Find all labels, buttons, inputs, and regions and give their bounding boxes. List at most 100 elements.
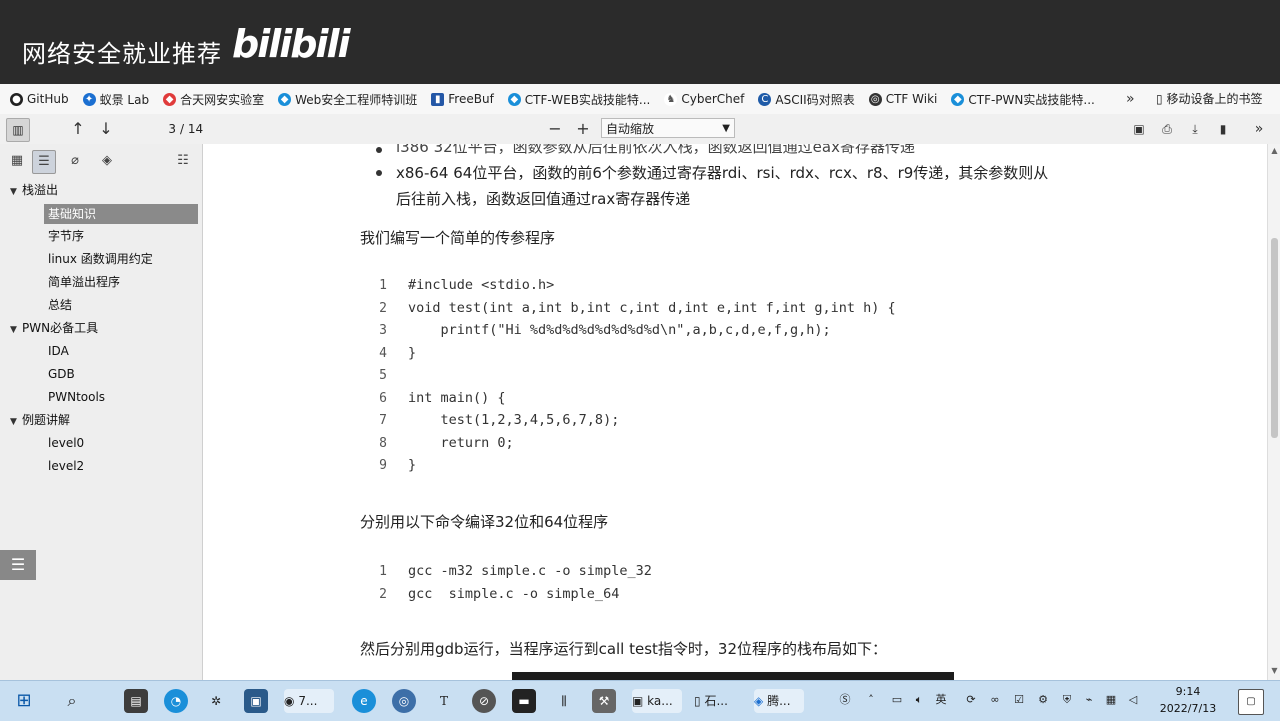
current-outline-button[interactable]: ☷ [172,150,194,172]
bookmark-github[interactable]: ● GitHub [10,92,69,106]
bookmark-view-button[interactable]: ▮ [1214,119,1232,139]
outline-item[interactable]: linux 函数调用约定 [48,249,153,269]
tool-icon: ⚒ [598,694,610,708]
scroll-down-icon[interactable]: ▼ [1268,666,1280,678]
taskbar-app[interactable]: ◎ [392,689,416,713]
diamond-icon: ◆ [951,92,965,106]
taskbar-app[interactable]: e [352,689,376,713]
taskbar-app[interactable]: ⚒ [592,689,616,713]
code-line: } [408,345,417,361]
next-page-button[interactable]: ↓ [96,119,116,139]
outline-item[interactable]: IDA [48,341,69,361]
vertical-scrollbar[interactable]: ▲ ▼ [1267,144,1280,680]
mobile-bookmarks[interactable]: ▯ 移动设备上的书签 [1156,84,1262,114]
print-button[interactable]: ⎙ [1158,119,1176,139]
attachments-tab[interactable]: ⌀ [64,150,86,172]
chef-icon: ♞ [664,92,678,106]
expand-arrow-icon: ▼ [10,325,17,335]
bookmark-hetian[interactable]: ◆ 合天网安实验室 [163,91,264,108]
paragraph: 然后分别用gdb运行，当程序运行到call test指令时，32位程序的栈布局如… [360,640,888,658]
bookmark-ctf-wiki[interactable]: ◎ CTF Wiki [868,92,937,106]
zoom-in-button[interactable]: + [574,119,592,139]
taskbar-app[interactable]: ▣ [244,689,268,713]
search-icon: ⌕ [67,691,77,710]
zoom-out-button[interactable]: − [546,119,564,139]
taskbar-app[interactable]: ⊘ [472,689,496,713]
tray-icon[interactable]: ⟳ [962,691,980,709]
taskbar-app[interactable]: T [432,689,456,713]
taskbar-window[interactable]: ▣ ka... [632,689,682,713]
tray-icon[interactable]: ▭ [888,691,906,709]
pdf-toolbar: ▥ ↑ ↓ 3 / 14 − + 自动缩放 ▼ ▣ ⎙ ⤓ ▮ » [0,114,1280,145]
bookmark-ascii[interactable]: C ASCII码对照表 [758,91,855,108]
tray-icon[interactable]: 🔈︎ [910,691,928,709]
bookmark-ctf-web[interactable]: ◆ CTF-WEB实战技能特... [507,91,650,108]
tray-icon[interactable]: ⌁ [1080,691,1098,709]
outline-section[interactable]: ▼ 例题讲解 [10,410,70,430]
outline-item[interactable]: PWNtools [48,387,105,407]
floating-menu-button[interactable]: ☰ [0,550,36,580]
line-number: 3 [379,323,387,338]
system-clock[interactable]: 9:14 2022/7/13 [1150,683,1226,717]
typora-icon: T [439,694,448,708]
outline-tab[interactable]: ☰ [32,150,56,174]
search-button[interactable]: ⌕ [60,689,84,713]
taskbar-app[interactable]: ⫼ [552,689,576,713]
taskbar-app[interactable]: ◔ [164,689,188,713]
tray-icon[interactable]: Ⓢ [836,691,854,709]
tray-icon[interactable]: ⚙ [1034,691,1052,709]
outline-section[interactable]: ▼ PWN必备工具 [10,318,98,338]
bookmark-lab[interactable]: ✦ 蚁景 Lab [82,91,149,108]
tray-icon[interactable]: ∞ [986,691,1004,709]
outline-item[interactable]: 总结 [48,295,72,315]
thumbnails-tab[interactable]: ▦ [6,150,28,172]
bookmark-ctf-pwn[interactable]: ◆ CTF-PWN实战技能特... [951,91,1095,108]
tray-icon[interactable]: 英 [932,691,950,709]
outline-section[interactable]: ▼ 栈溢出 [10,180,58,200]
taskbar-app[interactable]: ▤ [124,689,148,713]
outline-item[interactable]: level2 [48,456,84,476]
arrow-up-icon: ↑ [71,119,85,138]
previous-page-button[interactable]: ↑ [68,119,88,139]
taskbar-window[interactable]: ◉ 7... [284,689,334,713]
outline-item[interactable]: GDB [48,364,75,384]
scrollbar-thumb[interactable] [1271,238,1278,438]
bookmark-cyberchef[interactable]: ♞ CyberChef [664,92,744,106]
code-line: return 0; [408,435,514,451]
windows-taskbar: ⊞ ⌕ ▤ ◔ ✲ ▣ ◉ 7... e ◎ T ⊘ ▬ ⫼ ⚒ ▣ ka...… [0,680,1280,721]
taskbar-window[interactable]: ▯ 石... [694,689,742,713]
meeting-icon: ◈ [754,694,764,708]
tray-icon[interactable]: ˄ [862,691,880,709]
taskbar-app[interactable]: ▬ [512,689,536,713]
outline-item[interactable]: 字节序 [48,226,84,246]
terminal-icon: ▣ [632,694,644,708]
taskbar-app[interactable]: ✲ [204,689,228,713]
taskbar-window[interactable]: ◈ 腾... [754,689,804,713]
tray-icon[interactable]: ⛨ [1058,691,1076,709]
tools-menu-button[interactable]: » [1248,119,1270,139]
outline-item[interactable]: 简单溢出程序 [48,272,120,292]
shield-icon: ⛨ [1062,693,1072,706]
bookmarks-overflow-button[interactable]: » [1126,84,1135,114]
notification-button[interactable]: ▢ [1238,689,1264,715]
clock-time: 9:14 [1175,685,1201,698]
outline-item[interactable]: level0 [48,433,84,453]
code-line: test(1,2,3,4,5,6,7,8); [408,412,620,428]
line-number: 7 [379,413,387,428]
sidebar-toggle-button[interactable]: ▥ [6,118,30,142]
tray-icon[interactable]: ▦ [1102,691,1120,709]
bookmark-freebuf[interactable]: ▮ FreeBuf [431,92,494,106]
save-button[interactable]: ⤓ [1186,119,1204,139]
page-number-input[interactable]: 3 [146,120,176,138]
video-banner: 网络安全就业推荐 bilibili [0,0,1280,84]
tray-icon[interactable]: ☑ [1010,691,1028,709]
bookmark-web-training[interactable]: ◆ Web安全工程师特训班 [278,91,417,108]
scroll-up-icon[interactable]: ▲ [1268,146,1280,158]
line-number: 8 [379,436,387,451]
outline-item[interactable]: 基础知识 [44,204,198,224]
zoom-select[interactable]: 自动缩放 ▼ [601,118,735,138]
tray-icon[interactable]: ◁ [1124,691,1142,709]
layers-tab[interactable]: ◈ [96,150,118,172]
start-button[interactable]: ⊞ [12,689,36,713]
presentation-mode-button[interactable]: ▣ [1130,119,1148,139]
